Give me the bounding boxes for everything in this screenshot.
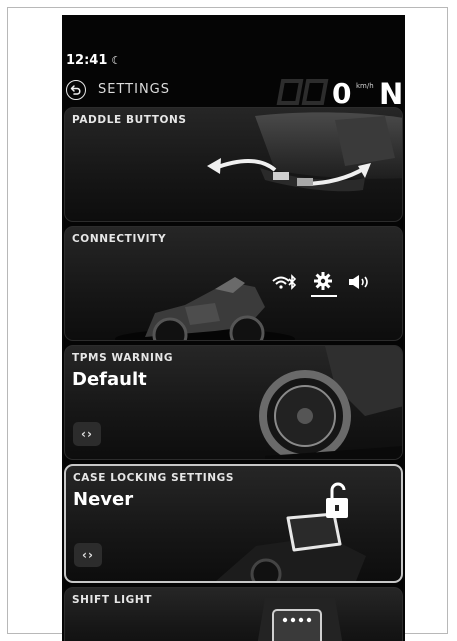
card-paddle-buttons[interactable]: PADDLE BUTTONS (64, 107, 403, 222)
page-title: SETTINGS (98, 82, 171, 97)
speed-unit: km/h (356, 82, 374, 90)
gear-icon (314, 272, 332, 290)
value-toggle-arrows[interactable]: ‹› (74, 543, 102, 567)
clock-time: 12:41 (66, 53, 108, 68)
back-button[interactable] (66, 80, 86, 100)
card-connectivity[interactable]: CONNECTIVITY (64, 226, 403, 341)
back-arrow-icon (70, 85, 81, 95)
card-case-locking[interactable]: CASE LOCKING SETTINGS Never ‹› (64, 464, 403, 583)
gear-indicator: N (379, 77, 403, 107)
speed-ghost-digits (276, 79, 329, 105)
status-clock: 12:41 ☾ (66, 53, 121, 68)
card-tpms-warning[interactable]: TPMS WARNING Default ‹› (64, 345, 403, 460)
setting-value: Never (73, 489, 134, 510)
moon-icon: ☾ (111, 54, 122, 67)
dashboard-screen: 12:41 ☾ SETTINGS 0 km/h N PADDLE BUTTONS… (62, 15, 405, 641)
value-toggle-arrows[interactable]: ‹› (73, 422, 101, 446)
card-title: SHIFT LIGHT (72, 594, 153, 606)
active-tab-underline (311, 295, 337, 297)
card-shift-light[interactable]: SHIFT LIGHT (64, 587, 403, 641)
speed-value: 0 (332, 77, 351, 107)
setting-value: Default (72, 369, 147, 390)
card-title: TPMS WARNING (72, 352, 174, 364)
speed-gear-display: 0 km/h N (276, 77, 403, 107)
card-title: CONNECTIVITY (72, 233, 167, 245)
bluetooth-icon (272, 274, 297, 290)
card-title: CASE LOCKING SETTINGS (73, 472, 235, 484)
volume-icon (349, 275, 368, 289)
card-title: PADDLE BUTTONS (72, 114, 187, 126)
